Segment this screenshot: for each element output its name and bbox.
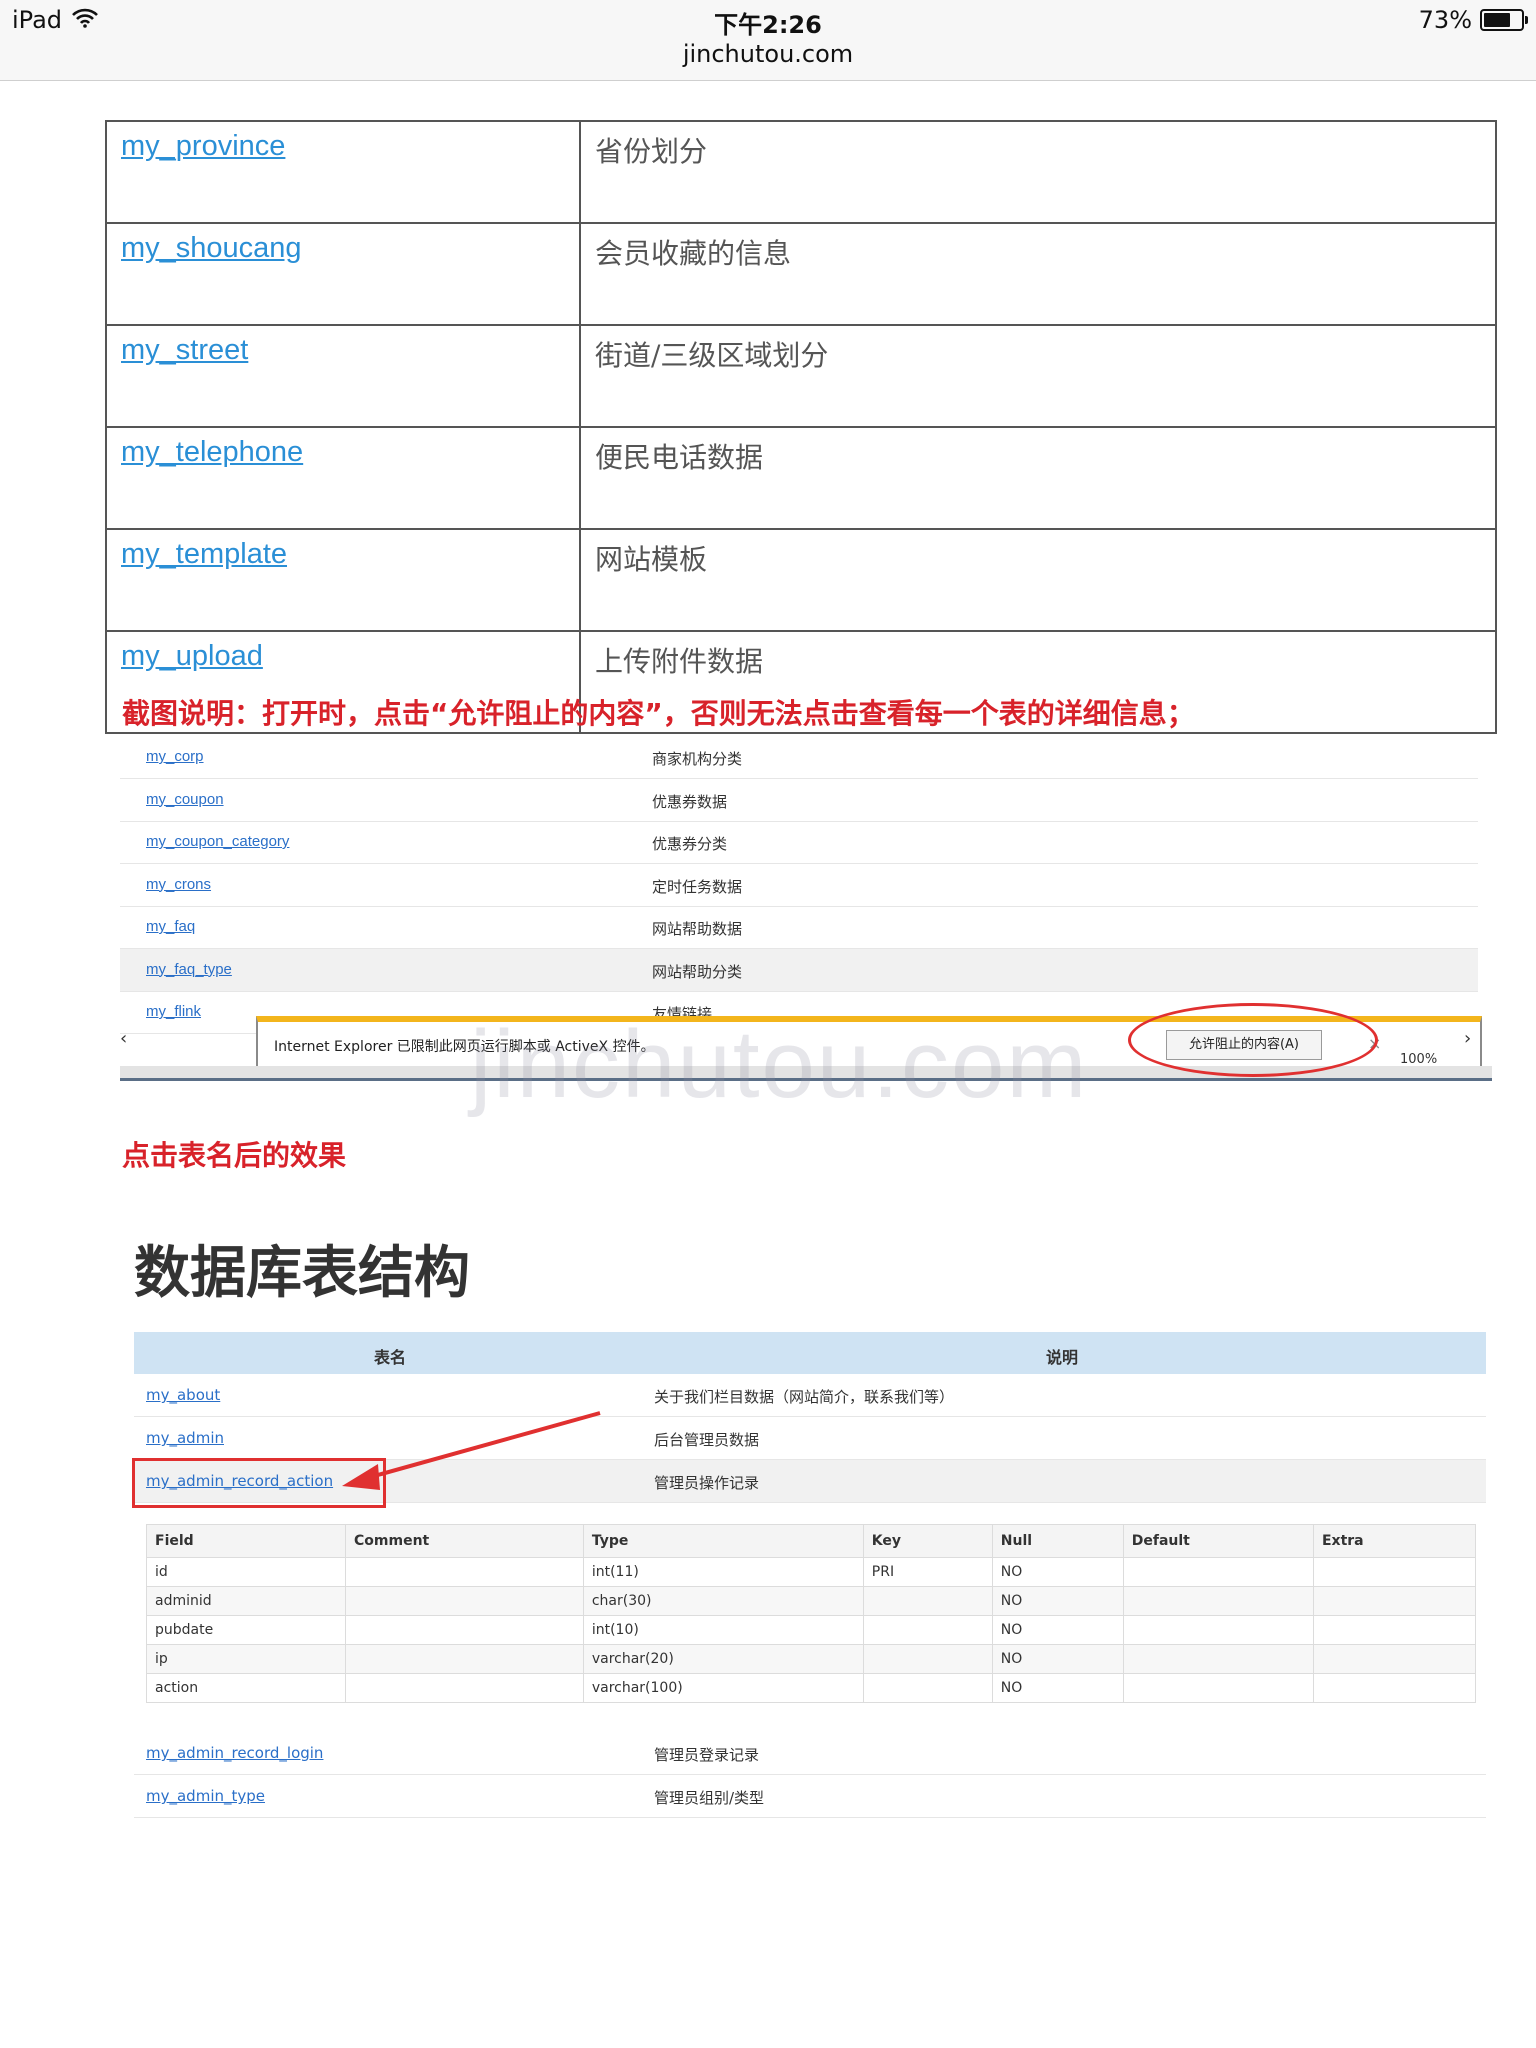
field-cell <box>1312 1586 1477 1616</box>
field-cell: varchar(100) <box>582 1673 864 1703</box>
field-cell <box>345 1586 584 1616</box>
column-header: Comment <box>345 1524 584 1558</box>
field-cell <box>862 1673 993 1703</box>
column-header: Extra <box>1312 1524 1477 1558</box>
field-cell <box>1312 1644 1477 1674</box>
field-cell: int(11) <box>582 1557 864 1587</box>
field-row: pubdate int(10) NO <box>146 1615 1477 1645</box>
field-cell: NO <box>991 1557 1124 1587</box>
field-cell <box>1122 1615 1314 1645</box>
field-cell <box>862 1586 993 1616</box>
field-cell <box>345 1557 584 1587</box>
field-cell <box>345 1673 584 1703</box>
column-header: Null <box>991 1524 1124 1558</box>
field-cell: int(10) <box>582 1615 864 1645</box>
column-header: Default <box>1122 1524 1314 1558</box>
field-cell <box>345 1644 584 1674</box>
field-cell: NO <box>991 1644 1124 1674</box>
field-cell: char(30) <box>582 1586 864 1616</box>
field-header-row: Field Comment Type Key Null Default Extra <box>146 1524 1477 1558</box>
field-cell: varchar(20) <box>582 1644 864 1674</box>
field-cell: PRI <box>862 1557 993 1587</box>
field-cell <box>1312 1615 1477 1645</box>
field-cell <box>1312 1673 1477 1703</box>
field-cell: ip <box>146 1644 346 1674</box>
column-header: Key <box>862 1524 993 1558</box>
field-cell <box>1122 1644 1314 1674</box>
column-header: Field <box>146 1524 346 1558</box>
field-row: ip varchar(20) NO <box>146 1644 1477 1674</box>
field-cell: NO <box>991 1615 1124 1645</box>
field-cell <box>862 1615 993 1645</box>
field-row: id int(11) PRI NO <box>146 1557 1477 1587</box>
highlight-box <box>132 1458 386 1508</box>
field-detail-table: Field Comment Type Key Null Default Extra id int… <box>146 1524 1477 1703</box>
field-cell: id <box>146 1557 346 1587</box>
field-row: adminid char(30) NO <box>146 1586 1477 1616</box>
field-cell: NO <box>991 1586 1124 1616</box>
field-cell <box>1122 1557 1314 1587</box>
field-cell <box>345 1615 584 1645</box>
field-cell <box>1312 1557 1477 1587</box>
field-cell: adminid <box>146 1586 346 1616</box>
column-header: Type <box>582 1524 864 1558</box>
field-cell: NO <box>991 1673 1124 1703</box>
field-cell: action <box>146 1673 346 1703</box>
field-cell <box>1122 1673 1314 1703</box>
field-cell <box>862 1644 993 1674</box>
red-arrow-annotation <box>342 1411 601 1490</box>
field-row: action varchar(100) NO <box>146 1673 1477 1703</box>
field-cell: pubdate <box>146 1615 346 1645</box>
field-cell <box>1122 1586 1314 1616</box>
